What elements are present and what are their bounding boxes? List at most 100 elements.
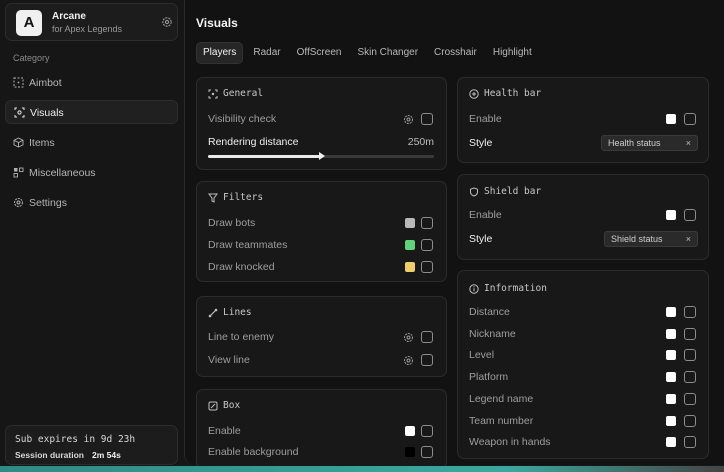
sidebar-item-settings[interactable]: Settings (5, 191, 178, 215)
general-card: General Visibility check Rendering dista… (196, 77, 447, 170)
color-swatch[interactable] (666, 394, 676, 404)
color-swatch[interactable] (666, 350, 676, 360)
information-card: Information Distance Nickname Level Platfor… (457, 270, 709, 459)
information-row-checkbox[interactable] (684, 349, 696, 361)
draw-teammates-checkbox[interactable] (421, 239, 433, 251)
information-row-checkbox[interactable] (684, 393, 696, 405)
tab-radar[interactable]: Radar (247, 42, 286, 64)
shield-bar-card: Shield bar Enable Style Shield status × (457, 174, 709, 260)
health-enable-checkbox[interactable] (684, 113, 696, 125)
draw-knocked-checkbox[interactable] (421, 261, 433, 273)
visibility-check-label: Visibility check (208, 113, 277, 125)
accent-strip (0, 466, 724, 472)
color-swatch[interactable] (666, 437, 676, 447)
box-enable-checkbox[interactable] (421, 425, 433, 437)
health-style-value: Health status (608, 138, 661, 148)
close-icon[interactable]: × (686, 232, 691, 246)
sidebar-item-label: Visuals (30, 107, 64, 119)
color-swatch[interactable] (666, 307, 676, 317)
color-swatch[interactable] (666, 329, 676, 339)
draw-teammates-label: Draw teammates (208, 239, 288, 251)
sidebar-item-label: Miscellaneous (29, 167, 96, 179)
box-icon (208, 401, 218, 411)
grid-blocks-icon (13, 167, 24, 178)
lines-card: Lines Line to enemy View line (196, 296, 447, 377)
health-style-select[interactable]: Health status × (601, 135, 698, 151)
box-enable-background-checkbox[interactable] (421, 446, 433, 458)
health-style-label: Style (469, 137, 493, 149)
information-row-label: Level (469, 349, 495, 361)
rendering-distance-label: Rendering distance (208, 136, 299, 148)
box-enable-label: Enable (208, 425, 241, 437)
line-to-enemy-checkbox[interactable] (421, 331, 433, 343)
sidebar-item-miscellaneous[interactable]: Miscellaneous (5, 161, 178, 185)
slider-handle[interactable] (319, 152, 325, 160)
sidebar-item-visuals[interactable]: Visuals (5, 100, 178, 124)
color-swatch[interactable] (405, 218, 415, 228)
information-row-label: Weapon in hands (469, 436, 551, 448)
box-enable-background-label: Enable background (208, 446, 299, 458)
information-row-checkbox[interactable] (684, 328, 696, 340)
draw-bots-checkbox[interactable] (421, 217, 433, 229)
rendering-distance-slider[interactable] (208, 152, 434, 160)
health-cross-icon (469, 89, 479, 99)
slider-fill (208, 155, 321, 158)
card-title: Information (484, 283, 547, 294)
category-label: Category (13, 53, 50, 63)
health-bar-card: Health bar Enable Style Health status × (457, 77, 709, 163)
gear-icon[interactable] (403, 355, 414, 366)
scan-eye-icon (14, 107, 25, 118)
view-line-checkbox[interactable] (421, 354, 433, 366)
information-row-checkbox[interactable] (684, 371, 696, 383)
tab-bar: Players Radar OffScreen Skin Changer Cro… (196, 42, 538, 64)
health-enable-label: Enable (469, 113, 502, 125)
brand-logo: A (16, 10, 42, 36)
close-icon[interactable]: × (686, 136, 691, 150)
color-swatch[interactable] (405, 240, 415, 250)
filter-icon (208, 193, 218, 203)
tab-skin-changer[interactable]: Skin Changer (351, 42, 424, 64)
filters-card: Filters Draw bots Draw teammates Draw kn… (196, 181, 447, 282)
gear-icon (14, 198, 23, 207)
sidebar-item-aimbot[interactable]: Aimbot (5, 71, 178, 95)
tab-crosshair[interactable]: Crosshair (428, 42, 483, 64)
information-row-label: Platform (469, 371, 509, 383)
color-swatch[interactable] (666, 114, 676, 124)
line-icon (208, 308, 218, 318)
information-row-checkbox[interactable] (684, 436, 696, 448)
rendering-distance-value: 250m (407, 136, 434, 148)
visibility-check-checkbox[interactable] (421, 113, 433, 125)
info-icon (469, 284, 479, 294)
main-panel: Visuals Players Radar OffScreen Skin Cha… (184, 0, 724, 469)
shield-icon (470, 187, 478, 197)
sidebar-item-items[interactable]: Items (5, 131, 178, 155)
view-line-label: View line (208, 354, 250, 366)
information-row-label: Team number (469, 415, 534, 427)
information-row-label: Distance (469, 306, 510, 318)
tab-offscreen[interactable]: OffScreen (291, 42, 348, 64)
color-swatch[interactable] (405, 262, 415, 272)
information-row-checkbox[interactable] (684, 306, 696, 318)
color-swatch[interactable] (405, 447, 415, 457)
gear-icon[interactable] (161, 16, 173, 28)
information-row-label: Legend name (469, 393, 534, 405)
color-swatch[interactable] (666, 210, 676, 220)
subscription-card: Sub expires in 9d 23h Session duration 2… (5, 425, 178, 465)
color-swatch[interactable] (405, 426, 415, 436)
draw-knocked-label: Draw knocked (208, 261, 275, 273)
shield-style-select[interactable]: Shield status × (604, 231, 698, 247)
shield-enable-checkbox[interactable] (684, 209, 696, 221)
tab-players[interactable]: Players (196, 42, 244, 64)
brand-subtitle: for Apex Legends (52, 24, 123, 34)
color-swatch[interactable] (666, 416, 676, 426)
gear-icon[interactable] (403, 332, 414, 343)
information-row-checkbox[interactable] (684, 415, 696, 427)
information-row-label: Nickname (469, 328, 516, 340)
card-title: Shield bar (484, 186, 542, 197)
tab-highlight[interactable]: Highlight (487, 42, 538, 64)
brand-name: Arcane (52, 11, 86, 22)
session-duration-label: Session duration (15, 450, 84, 460)
gear-icon[interactable] (403, 114, 414, 125)
color-swatch[interactable] (666, 372, 676, 382)
cube-icon (13, 137, 24, 148)
